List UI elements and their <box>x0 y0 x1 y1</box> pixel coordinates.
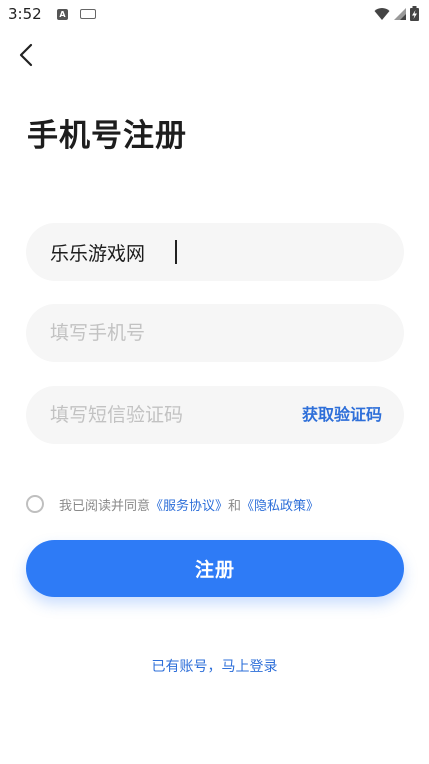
phone-input[interactable] <box>50 304 380 362</box>
back-button[interactable] <box>12 40 40 70</box>
notification-a-icon: A <box>57 9 68 20</box>
phone-field[interactable] <box>26 304 404 362</box>
username-input[interactable] <box>50 223 380 281</box>
sms-code-input[interactable] <box>50 386 290 444</box>
service-agreement-link[interactable]: 《服务协议》 <box>150 499 228 514</box>
status-bar: 3:52 A <box>0 0 429 30</box>
login-link[interactable]: 已有账号，马上登录 <box>0 656 429 676</box>
sms-code-field[interactable]: 获取验证码 <box>26 386 404 444</box>
agreement-checkbox[interactable] <box>26 495 44 513</box>
keyboard-icon <box>80 9 96 19</box>
agreement-row: 我已阅读并同意《服务协议》和《隐私政策》 <box>26 492 319 516</box>
status-icons <box>374 6 419 21</box>
page-title: 手机号注册 <box>27 118 187 154</box>
status-time: 3:52 <box>8 5 42 23</box>
text-cursor <box>175 240 177 264</box>
get-code-button[interactable]: 获取验证码 <box>302 386 382 444</box>
username-field[interactable] <box>26 223 404 281</box>
register-button[interactable]: 注册 <box>26 540 404 597</box>
battery-charging-icon <box>410 6 419 21</box>
chevron-left-icon <box>19 43 33 67</box>
wifi-icon <box>374 7 390 20</box>
agreement-and: 和 <box>228 498 242 514</box>
agreement-text: 我已阅读并同意《服务协议》和《隐私政策》 <box>59 495 319 514</box>
signal-icon <box>394 7 406 20</box>
agreement-prefix: 我已阅读并同意 <box>59 498 151 514</box>
privacy-policy-link[interactable]: 《隐私政策》 <box>241 499 319 514</box>
